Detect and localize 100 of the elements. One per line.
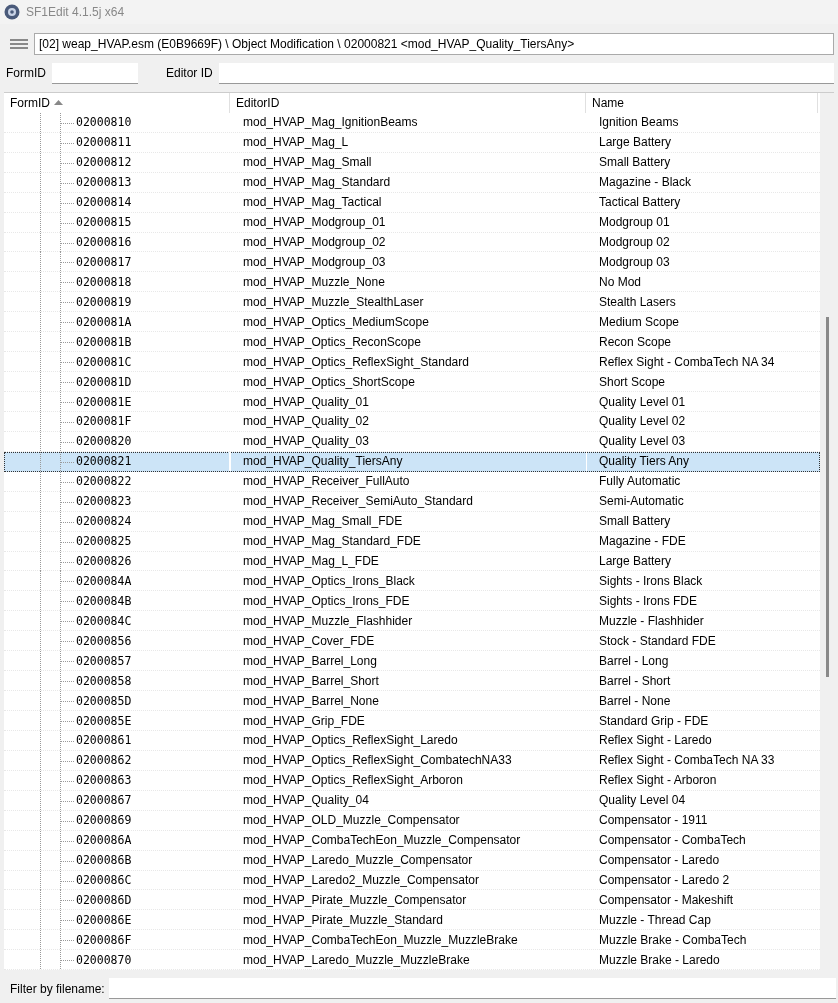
editor-id-text: mod_HVAP_Optics_Irons_Black	[243, 573, 415, 588]
editor-id-text: mod_HVAP_Quality_01	[243, 394, 369, 409]
tree-lines-drawing	[40, 232, 74, 253]
table-row[interactable]: 02000814 mod_HVAP_Mag_Tactical Tactical Battery	[4, 192, 820, 213]
field-label: Editor ID	[166, 66, 213, 80]
name-text: Compensator - Laredo	[599, 853, 720, 868]
tree-lines-drawing	[40, 651, 74, 672]
form-id-text: 02000822	[76, 474, 132, 489]
table-row[interactable]: 02000818 mod_HVAP_Muzzle_None No Mod	[4, 272, 820, 293]
column-header[interactable]: FormID	[4, 93, 230, 113]
table-row[interactable]: 02000825 mod_HVAP_Mag_Standard_FDE Magazine - FDE	[4, 531, 820, 552]
table-row[interactable]: 02000869 mod_HVAP_OLD_Muzzle_Compensator Compensator - 1911	[4, 810, 820, 831]
table-row[interactable]: 02000856 mod_HVAP_Cover_FDE Stock - Standard FDE	[4, 631, 820, 652]
form-id-text: 02000816	[76, 235, 132, 249]
editor-id-text: mod_HVAP_Optics_Irons_FDE	[243, 593, 410, 608]
table-row[interactable]: 02000867 mod_HVAP_Quality_04 Quality Level 04	[4, 790, 820, 811]
table-row[interactable]: 0200086A mod_HVAP_CombaTechEon_Muzzle_Compensator Compensator - CombaTech	[4, 830, 820, 851]
name-text: Quality Level 02	[599, 414, 686, 429]
table-row[interactable]: 02000862 mod_HVAP_Optics_ReflexSight_CombatechNA33 Reflex Sight - CombaTech NA 33	[4, 750, 820, 771]
table-row[interactable]: 02000870 mod_HVAP_Laredo_Muzzle_MuzzleBrake Muzzle Brake - Laredo	[4, 950, 820, 971]
table-row[interactable]: 02000822 mod_HVAP_Receiver_FullAuto Fully Automatic	[4, 471, 820, 492]
table-row[interactable]: 0200086D mod_HVAP_Pirate_Muzzle_Compensator Compensator - Makeshift	[4, 890, 820, 911]
table-row[interactable]: 0200081F mod_HVAP_Quality_02 Quality Level 02	[4, 412, 820, 432]
scrollbar-thumb[interactable]	[825, 317, 829, 677]
table-row[interactable]: 02000863 mod_HVAP_Optics_ReflexSight_Arboron Reflex Sight - Arboron	[4, 770, 820, 791]
name-text: Compensator - Makeshift	[599, 892, 734, 907]
name-text: Fully Automatic	[599, 474, 681, 489]
table-row[interactable]: 02000821 mod_HVAP_Quality_TiersAny Quality Tiers Any	[4, 451, 820, 472]
editor-id-text: mod_HVAP_Modgroup_01	[243, 215, 386, 230]
table-row[interactable]: 02000861 mod_HVAP_Optics_ReflexSight_Laredo Reflex Sight - Laredo	[4, 731, 820, 751]
table-row[interactable]: 02000824 mod_HVAP_Mag_Small_FDE Small Battery	[4, 511, 820, 532]
editor-id-text: mod_HVAP_Optics_ShortScope	[243, 374, 415, 389]
table-row[interactable]: 02000826 mod_HVAP_Mag_L_FDE Large Battery	[4, 551, 820, 572]
editor-id-text: mod_HVAP_Modgroup_03	[243, 254, 386, 269]
name-text: Barrel - Short	[599, 673, 671, 688]
table-row[interactable]: 02000813 mod_HVAP_Mag_Standard Magazine - Black	[4, 172, 820, 193]
form-id-text: 02000814	[76, 195, 132, 210]
table-row[interactable]: 02000815 mod_HVAP_Modgroup_01 Modgroup 01	[4, 212, 820, 233]
table-row[interactable]: 02000857 mod_HVAP_Barrel_Long Barrel - Long	[4, 651, 820, 672]
table-row[interactable]: 0200086B mod_HVAP_Laredo_Muzzle_Compensator Compensator - Laredo	[4, 850, 820, 871]
tree-lines-drawing	[40, 611, 74, 632]
table-row[interactable]: 0200081B mod_HVAP_Optics_ReconScope Recon Scope	[4, 332, 820, 353]
table-row[interactable]: 0200081C mod_HVAP_Optics_ReflexSight_Standard Reflex Sight - CombaTech NA 34	[4, 352, 820, 373]
table-row[interactable]: 02000812 mod_HVAP_Mag_Small Small Battery	[4, 152, 820, 173]
table-row[interactable]: 0200084C mod_HVAP_Muzzle_Flashhider Muzzle - Flashhider	[4, 611, 820, 632]
form-id-text: 0200081F	[76, 414, 132, 429]
tree-lines-drawing	[40, 292, 74, 313]
path-field[interactable]: [02] weap_HVAP.esm (E0B9669F) \ Object Modification \ 02000821 <mod_HVAP_Quality_TiersAny>	[34, 33, 834, 55]
table-row[interactable]: 0200086E mod_HVAP_Pirate_Muzzle_Standard Muzzle - Thread Cap	[4, 910, 820, 931]
name-text: Tactical Battery	[599, 195, 681, 210]
table-row[interactable]: 0200084B mod_HVAP_Optics_Irons_FDE Sights - Irons FDE	[4, 591, 820, 612]
menu-icon[interactable]	[10, 39, 28, 49]
sort-arrow-icon	[54, 100, 63, 106]
tree-lines-drawing	[40, 312, 74, 333]
name-text: Magazine - FDE	[599, 534, 686, 549]
table-row[interactable]: 02000810 mod_HVAP_Mag_IgnitionBeams Ignition Beams	[4, 112, 820, 133]
tree-lines-drawing	[40, 451, 74, 472]
form-id-text: 02000856	[76, 633, 132, 648]
tree-lines-drawing	[40, 392, 74, 413]
table-row[interactable]: 0200081D mod_HVAP_Optics_ShortScope Short Scope	[4, 372, 820, 393]
form-id-field[interactable]	[52, 62, 138, 84]
table-row[interactable]: 02000816 mod_HVAP_Modgroup_02 Modgroup 02	[4, 232, 820, 253]
table-row[interactable]: 0200085E mod_HVAP_Grip_FDE Standard Grip - FDE	[4, 711, 820, 731]
editor-id-field[interactable]	[218, 62, 834, 84]
column-header[interactable]: Name	[586, 93, 818, 113]
form-id-text: 02000811	[76, 135, 132, 150]
table-row[interactable]: 02000811 mod_HVAP_Mag_L Large Battery	[4, 132, 820, 153]
column-header[interactable]: EditorID	[230, 93, 586, 113]
window-title: SF1Edit 4.1.5j x64	[26, 5, 125, 19]
filename-filter-field[interactable]	[108, 978, 836, 999]
table-row[interactable]: 0200081A mod_HVAP_Optics_MediumScope Medium Scope	[4, 312, 820, 333]
form-id-text: 0200081E	[76, 394, 132, 409]
name-text: Quality Tiers Any	[599, 454, 690, 469]
name-text: Quality Level 04	[599, 793, 686, 808]
tree-lines-drawing	[40, 591, 74, 612]
form-id-text: 0200086E	[76, 912, 132, 927]
table-row[interactable]: 0200085D mod_HVAP_Barrel_None Barrel - None	[4, 691, 820, 712]
table-row[interactable]: 02000820 mod_HVAP_Quality_03 Quality Level 03	[4, 431, 820, 452]
form-id-text: 0200081C	[76, 354, 132, 369]
form-id-text: 02000819	[76, 294, 132, 309]
table-row[interactable]: 02000858 mod_HVAP_Barrel_Short Barrel - Short	[4, 671, 820, 692]
name-text: No Mod	[599, 274, 642, 289]
tree-lines-drawing	[40, 431, 74, 452]
name-text: Compensator - 1911	[599, 813, 708, 828]
table-row[interactable]: 02000823 mod_HVAP_Receiver_SemiAuto_Standard Semi-Automatic	[4, 491, 820, 512]
table-row[interactable]: 0200086C mod_HVAP_Laredo2_Muzzle_Compensator Compensator - Laredo 2	[4, 870, 820, 891]
table-row[interactable]: 0200081E mod_HVAP_Quality_01 Quality Level 01	[4, 392, 820, 412]
form-id-text: 0200086C	[76, 873, 132, 887]
tree-lines-drawing	[40, 711, 74, 732]
table-row[interactable]: 02000819 mod_HVAP_Muzzle_StealthLaser Stealth Lasers	[4, 292, 820, 313]
table-row[interactable]: 0200086F mod_HVAP_CombaTechEon_Muzzle_MuzzleBrake Muzzle Brake - CombaTech	[4, 930, 820, 951]
table-row[interactable]: 02000817 mod_HVAP_Modgroup_03 Modgroup 03	[4, 252, 820, 273]
editor-id-text: mod_HVAP_Quality_03	[243, 434, 369, 449]
editor-id-text: mod_HVAP_Laredo_Muzzle_Compensator	[243, 853, 473, 868]
form-id-text: 02000818	[76, 274, 132, 289]
table-row[interactable]: 0200084A mod_HVAP_Optics_Irons_Black Sights - Irons Black	[4, 571, 820, 592]
form-id-text: 02000867	[76, 793, 132, 808]
editor-id-text: mod_HVAP_Laredo2_Muzzle_Compensator	[243, 873, 479, 887]
editor-id-text: mod_HVAP_Mag_L_FDE	[243, 554, 379, 568]
form-id-text: 02000813	[76, 175, 132, 190]
